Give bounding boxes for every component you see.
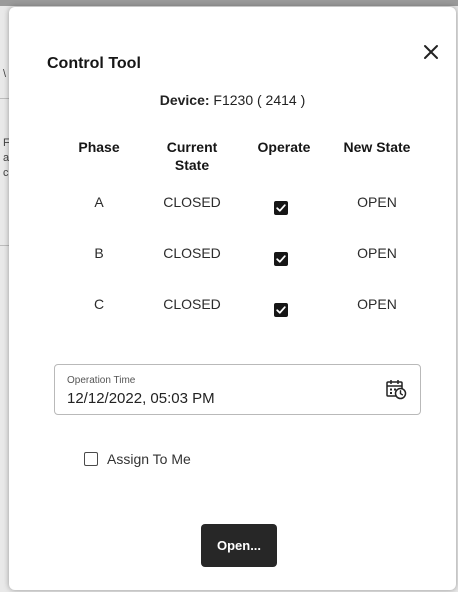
row-a-new-state: OPEN [357, 194, 397, 210]
header-current-state-line2: State [174, 157, 210, 173]
device-label: Device: [159, 92, 210, 108]
background-edge-text: c [3, 167, 9, 179]
checkmark-icon [276, 306, 286, 314]
close-button[interactable] [420, 41, 442, 63]
dialog-title: Control Tool [47, 55, 141, 72]
device-value: F1230 ( 2414 ) [213, 92, 306, 108]
background-divider [0, 98, 9, 99]
row-b-phase: B [94, 245, 104, 261]
row-c-operate-checkbox[interactable] [274, 303, 288, 317]
operation-time-field[interactable]: Operation Time 12/12/2022, 05:03 PM [54, 364, 421, 415]
operation-time-label: Operation Time [67, 375, 136, 386]
close-icon [424, 45, 438, 59]
control-tool-dialog: Control Tool Device: F1230 ( 2414 ) Phas… [9, 7, 456, 590]
open-button[interactable]: Open... [201, 524, 277, 567]
row-b-operate-checkbox[interactable] [274, 252, 288, 266]
device-info: Device: F1230 ( 2414 ) [9, 92, 456, 108]
header-current-state-line1: Current [166, 139, 218, 155]
row-a-current-state: CLOSED [163, 194, 221, 210]
header-phase: Phase [78, 139, 120, 155]
calendar-clock-icon[interactable] [385, 378, 407, 400]
operation-time-value[interactable]: 12/12/2022, 05:03 PM [67, 390, 215, 407]
row-b-new-state: OPEN [357, 245, 397, 261]
background-topbar [0, 0, 458, 6]
row-a-phase: A [94, 194, 104, 210]
row-c-current-state: CLOSED [163, 296, 221, 312]
background-divider [0, 245, 9, 246]
row-b-current-state: CLOSED [163, 245, 221, 261]
background-edge-text: \ [3, 68, 7, 80]
row-c-new-state: OPEN [357, 296, 397, 312]
checkmark-icon [276, 255, 286, 263]
checkmark-icon [276, 204, 286, 212]
header-operate: Operate [257, 139, 311, 155]
assign-to-me-box[interactable] [84, 452, 98, 466]
assign-to-me-label: Assign To Me [107, 451, 191, 467]
header-new-state: New State [343, 139, 411, 155]
row-c-phase: C [93, 296, 105, 312]
row-a-operate-checkbox[interactable] [274, 201, 288, 215]
header-current-state: Current State [147, 138, 237, 174]
